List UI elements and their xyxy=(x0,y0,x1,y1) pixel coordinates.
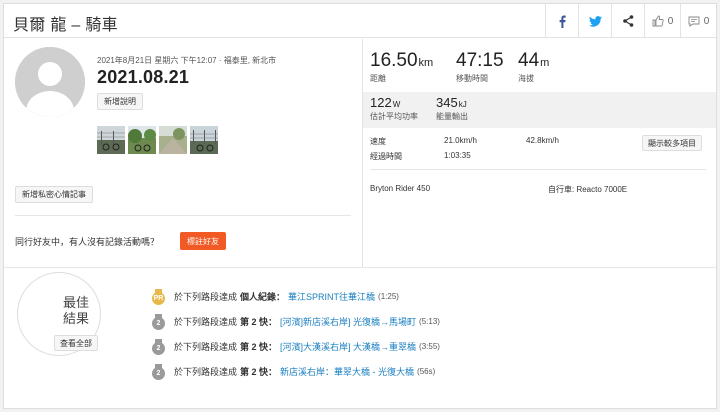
achievement-rank: 個人紀錄： xyxy=(240,291,286,302)
stat-distance: 16.50km 距離 xyxy=(370,50,433,84)
default-avatar-icon xyxy=(15,47,85,117)
moving-time-label: 移動時間 xyxy=(456,74,488,83)
view-all-button[interactable]: 查看全部 xyxy=(54,335,98,351)
friends-prompt: 同行好友中，有人沒有記錄活動嗎？ xyxy=(15,237,160,247)
elevation-label: 海拔 xyxy=(518,74,534,83)
activity-photo[interactable] xyxy=(159,126,187,154)
elevation-value: 44 xyxy=(518,50,540,71)
achievement-rank: 第 2 快： xyxy=(240,366,278,377)
achievement-prefix: 於下列路段達成 xyxy=(174,291,238,302)
activity-photo[interactable] xyxy=(97,126,125,154)
divider xyxy=(370,169,706,170)
share-button[interactable] xyxy=(611,4,644,38)
segment-time: (5:13) xyxy=(419,316,440,326)
achievement-row: 2 於下列路段達成第 2 快： [河濱]大漢溪右岸] 大漢橋→重翠橋 (3:55) xyxy=(152,338,440,355)
rank-medal-icon: 2 xyxy=(152,313,165,330)
medal-label: PR xyxy=(152,291,165,305)
segment-time: (3:55) xyxy=(419,341,440,351)
section-divider xyxy=(4,267,716,268)
distance-unit: km xyxy=(418,57,434,69)
moving-time-value: 47:15 xyxy=(456,50,504,71)
add-description-button[interactable]: 新增說明 xyxy=(97,93,143,110)
avg-speed-value: 21.0km/h xyxy=(444,136,477,145)
share-icon xyxy=(622,15,633,27)
twitter-share-button[interactable] xyxy=(578,4,611,38)
activity-title: 貝爾 龍 – 騎車 xyxy=(13,17,118,34)
stat-elevation: 44m 海拔 xyxy=(518,50,549,84)
device-name: Bryton Rider 450 xyxy=(370,184,431,193)
achievement-prefix: 於下列路段達成 xyxy=(174,341,238,352)
kudos-button[interactable]: 0 xyxy=(644,4,680,38)
show-more-button[interactable]: 顯示較多項目 xyxy=(642,135,702,151)
elapsed-time-value: 1:03:35 xyxy=(444,151,471,160)
segment-link[interactable]: [河濱]新店溪右岸] 光復橋→馬場町 xyxy=(280,315,416,328)
energy-unit: kJ xyxy=(458,100,467,109)
comment-icon xyxy=(688,16,700,27)
segment-link[interactable]: 華江SPRINT往華江橋 xyxy=(288,290,375,303)
achievement-rank: 第 2 快： xyxy=(240,316,278,327)
max-speed-value: 42.8km/h xyxy=(526,136,559,145)
power-value: 122 xyxy=(370,95,392,110)
comment-button[interactable]: 0 xyxy=(680,4,716,38)
tag-friends-button[interactable]: 標註好友 xyxy=(180,232,226,250)
achievement-row: 2 於下列路段達成第 2 快： [河濱]新店溪右岸] 光復橋→馬場町 (5:13) xyxy=(152,313,440,330)
activity-datetime-location: 2021年8月21日 星期六 下午12:07 · 福泰里, 新北市 xyxy=(97,56,277,65)
activity-header: 貝爾 龍 – 騎車 0 0 xyxy=(4,4,716,38)
segment-link[interactable]: 新店溪右岸：華翠大橋 - 光復大橋 xyxy=(280,365,414,378)
photo-strip xyxy=(97,126,218,154)
energy-value: 345 xyxy=(436,95,458,110)
distance-value: 16.50 xyxy=(370,50,418,71)
best-efforts-title: 最佳結果 xyxy=(62,295,89,326)
segment-link[interactable]: [河濱]大漢溪右岸] 大漢橋→重翠橋 xyxy=(280,340,416,353)
bike-name: 自行車: Reacto 7000E xyxy=(548,185,628,194)
achievement-row: 2 於下列路段達成第 2 快： 新店溪右岸：華翠大橋 - 光復大橋 (56s) xyxy=(152,363,436,380)
stat-moving-time: 47:15 移動時間 xyxy=(456,50,504,84)
medal-label: 2 xyxy=(152,341,165,355)
segment-time: (56s) xyxy=(417,366,436,376)
twitter-icon xyxy=(588,15,602,27)
facebook-share-button[interactable] xyxy=(545,4,578,38)
achievement-row: PR 於下列路段達成 個人紀錄： 華江SPRINT往華江橋 (1:25) xyxy=(152,288,399,305)
divider xyxy=(15,215,351,216)
medal-label: 2 xyxy=(152,316,165,330)
medal-label: 2 xyxy=(152,366,165,380)
facebook-icon xyxy=(559,15,566,28)
activity-card: 貝爾 龍 – 騎車 0 0 2021年8月21日 星期六 下午12:07 · 福… xyxy=(3,3,717,409)
athlete-avatar[interactable] xyxy=(15,47,85,117)
header-actions: 0 0 xyxy=(545,4,716,38)
energy-label: 能量輸出 xyxy=(436,112,468,121)
rank-medal-icon: 2 xyxy=(152,363,165,380)
elevation-unit: m xyxy=(540,57,550,69)
add-private-note-button[interactable]: 新增私密心情記事 xyxy=(15,186,93,203)
activity-name[interactable]: 2021.08.21 xyxy=(97,67,189,88)
achievement-rank: 第 2 快： xyxy=(240,341,278,352)
kudos-count: 0 xyxy=(667,15,674,27)
power-unit: W xyxy=(392,100,401,109)
power-label: 估計平均功率 xyxy=(370,112,418,121)
achievement-prefix: 於下列路段達成 xyxy=(174,366,238,377)
panel-divider xyxy=(362,39,363,267)
speed-label: 速度 xyxy=(370,137,386,146)
thumbs-up-icon xyxy=(652,15,664,27)
stat-power: 122W 估計平均功率 xyxy=(370,95,418,122)
activity-photo[interactable] xyxy=(128,126,156,154)
activity-photo[interactable] xyxy=(190,126,218,154)
achievement-prefix: 於下列路段達成 xyxy=(174,316,238,327)
distance-label: 距離 xyxy=(370,74,386,83)
stat-energy: 345kJ 能量輸出 xyxy=(436,95,468,122)
pr-medal-icon: PR xyxy=(152,288,165,305)
comment-count: 0 xyxy=(703,15,710,27)
rank-medal-icon: 2 xyxy=(152,338,165,355)
elapsed-time-label: 經過時間 xyxy=(370,152,402,161)
segment-time: (1:25) xyxy=(378,291,399,301)
